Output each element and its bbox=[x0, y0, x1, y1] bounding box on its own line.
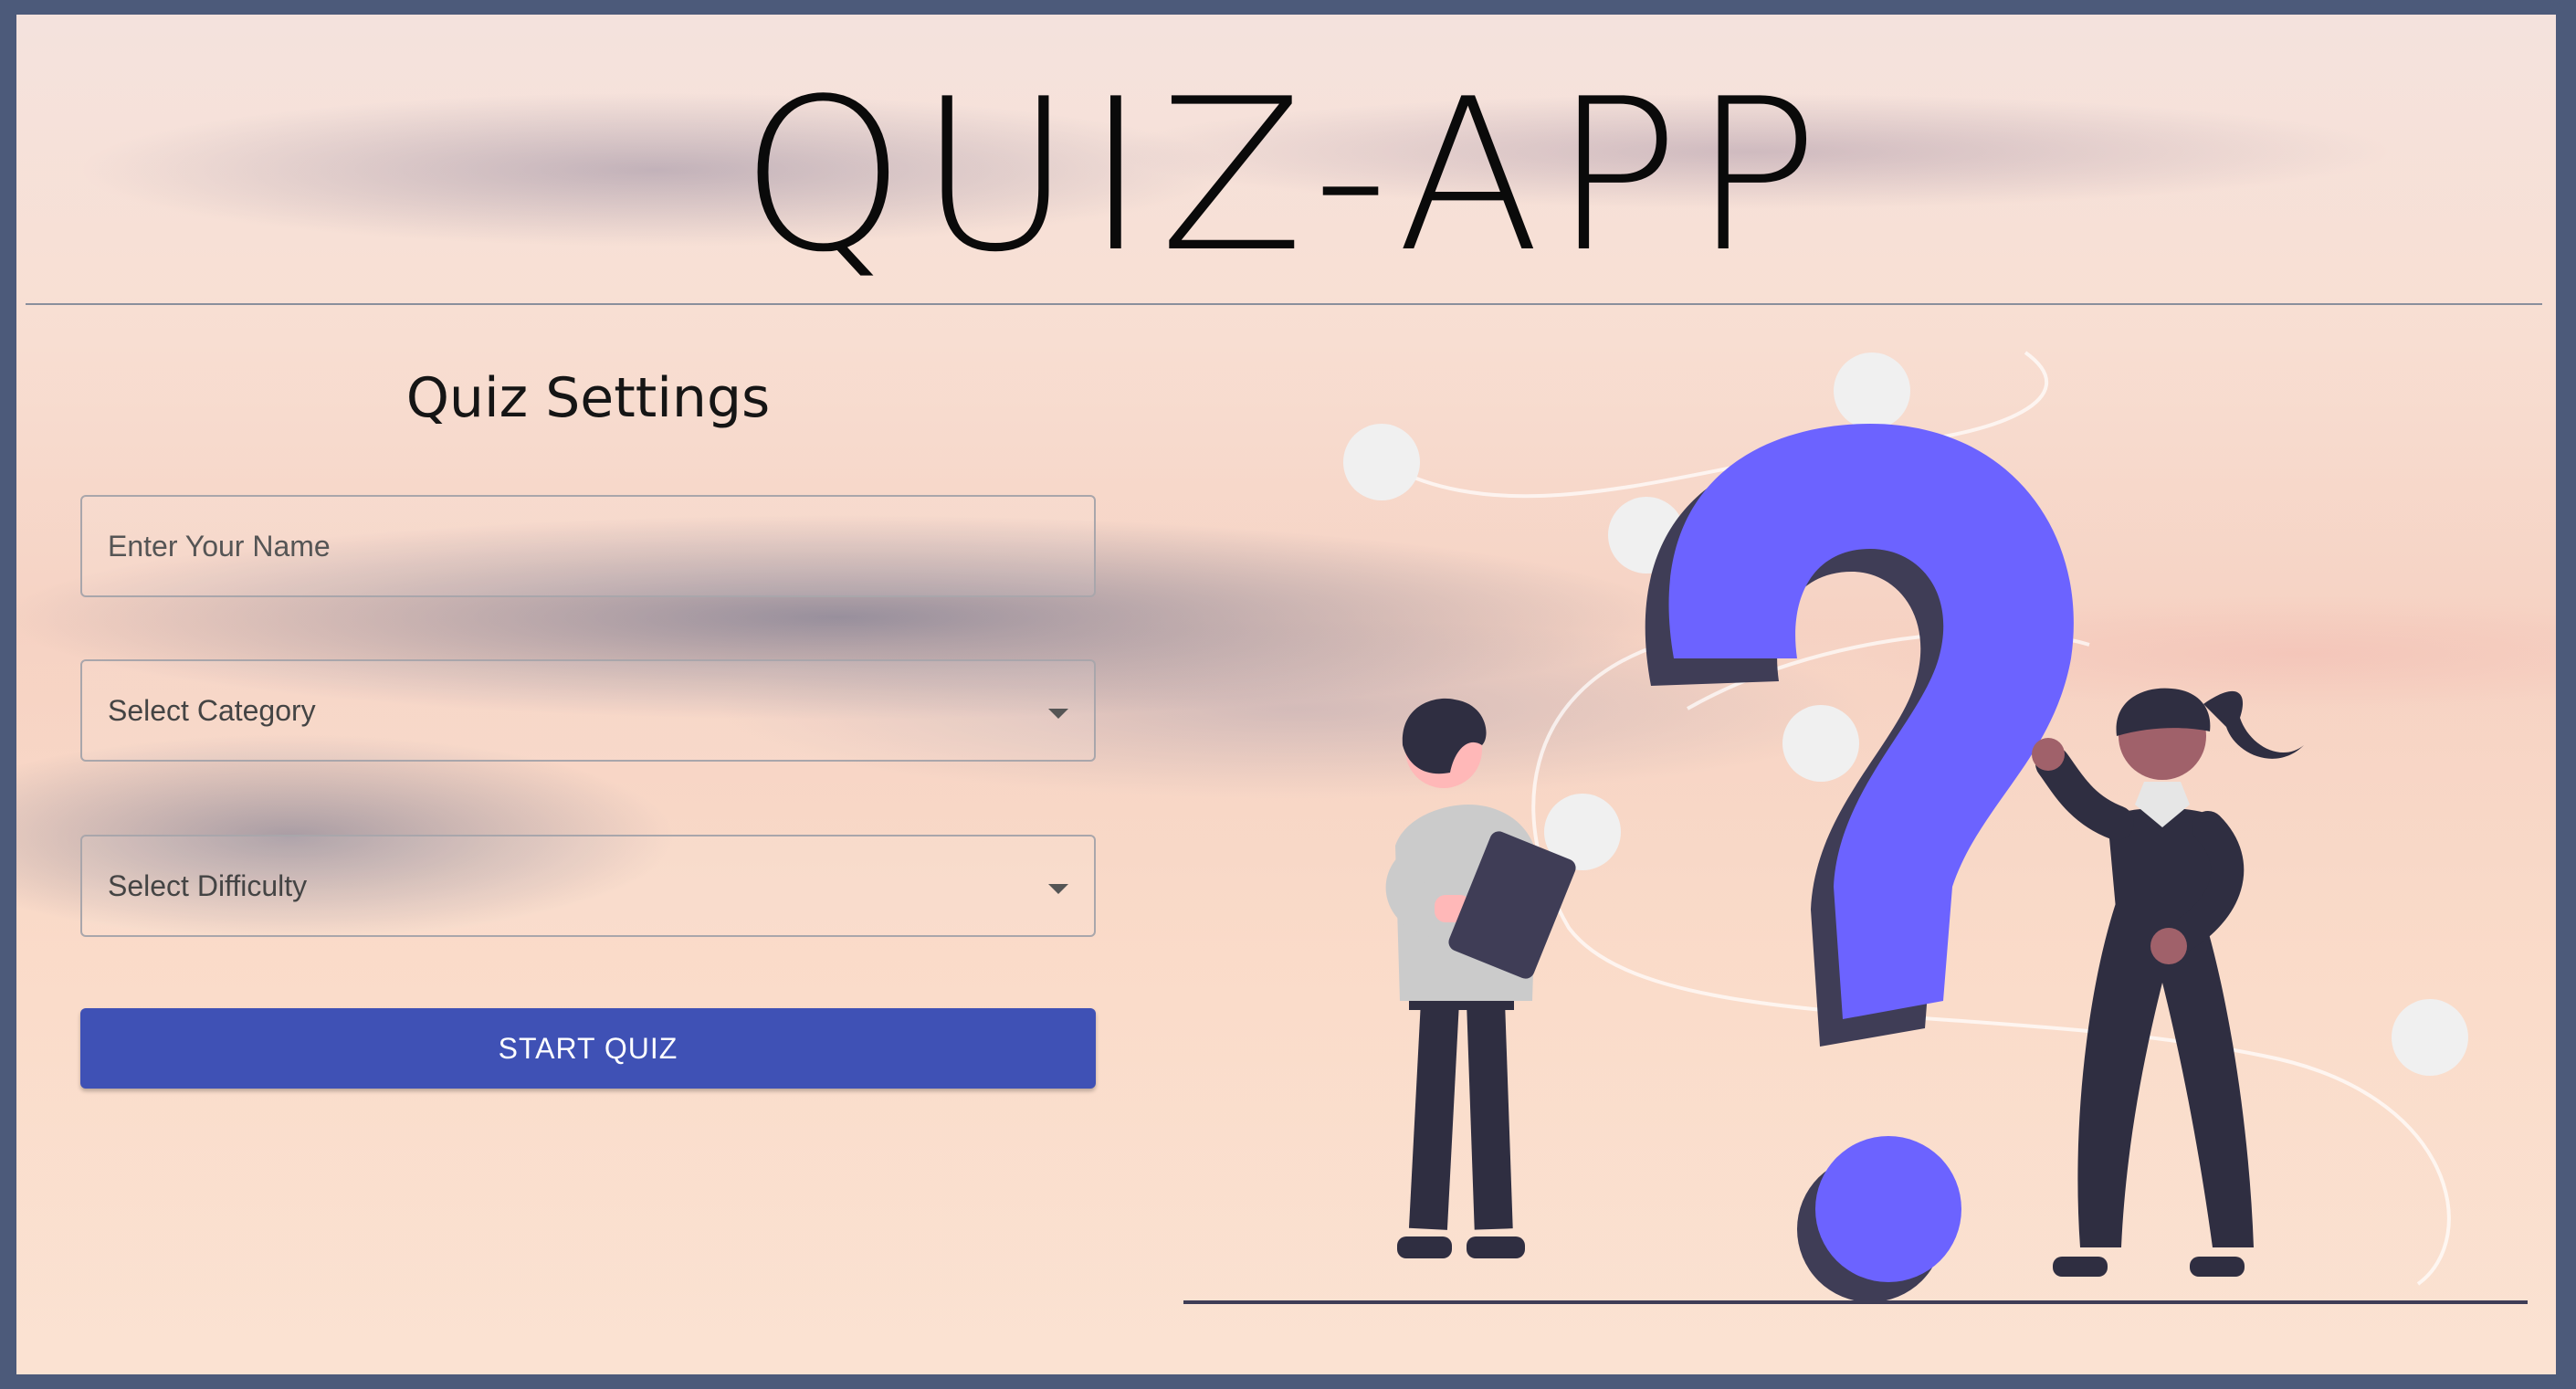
category-select-label: Select Category bbox=[108, 694, 316, 727]
category-select[interactable]: Select Category bbox=[80, 659, 1096, 762]
question-mark-illustration bbox=[1183, 351, 2528, 1304]
difficulty-select[interactable]: Select Difficulty bbox=[80, 835, 1096, 937]
settings-heading: Quiz Settings bbox=[405, 366, 771, 430]
quiz-settings-panel: Quiz Settings Select Category Select Dif… bbox=[80, 353, 1096, 1089]
person-left bbox=[1385, 698, 1576, 1258]
chevron-down-icon bbox=[1048, 709, 1068, 719]
person-right bbox=[2032, 688, 2304, 1277]
app-background: QUIZ-APP Quiz Settings Select Category S… bbox=[0, 0, 2576, 1389]
chevron-down-icon bbox=[1048, 884, 1068, 894]
question-mark-icon bbox=[1645, 424, 2074, 1302]
difficulty-select-label: Select Difficulty bbox=[108, 869, 308, 902]
app-title: QUIZ-APP bbox=[740, 55, 1833, 299]
name-input[interactable] bbox=[82, 497, 1094, 595]
name-field[interactable] bbox=[80, 495, 1096, 597]
start-quiz-button[interactable]: START QUIZ bbox=[80, 1008, 1096, 1089]
title-divider bbox=[26, 303, 2542, 305]
